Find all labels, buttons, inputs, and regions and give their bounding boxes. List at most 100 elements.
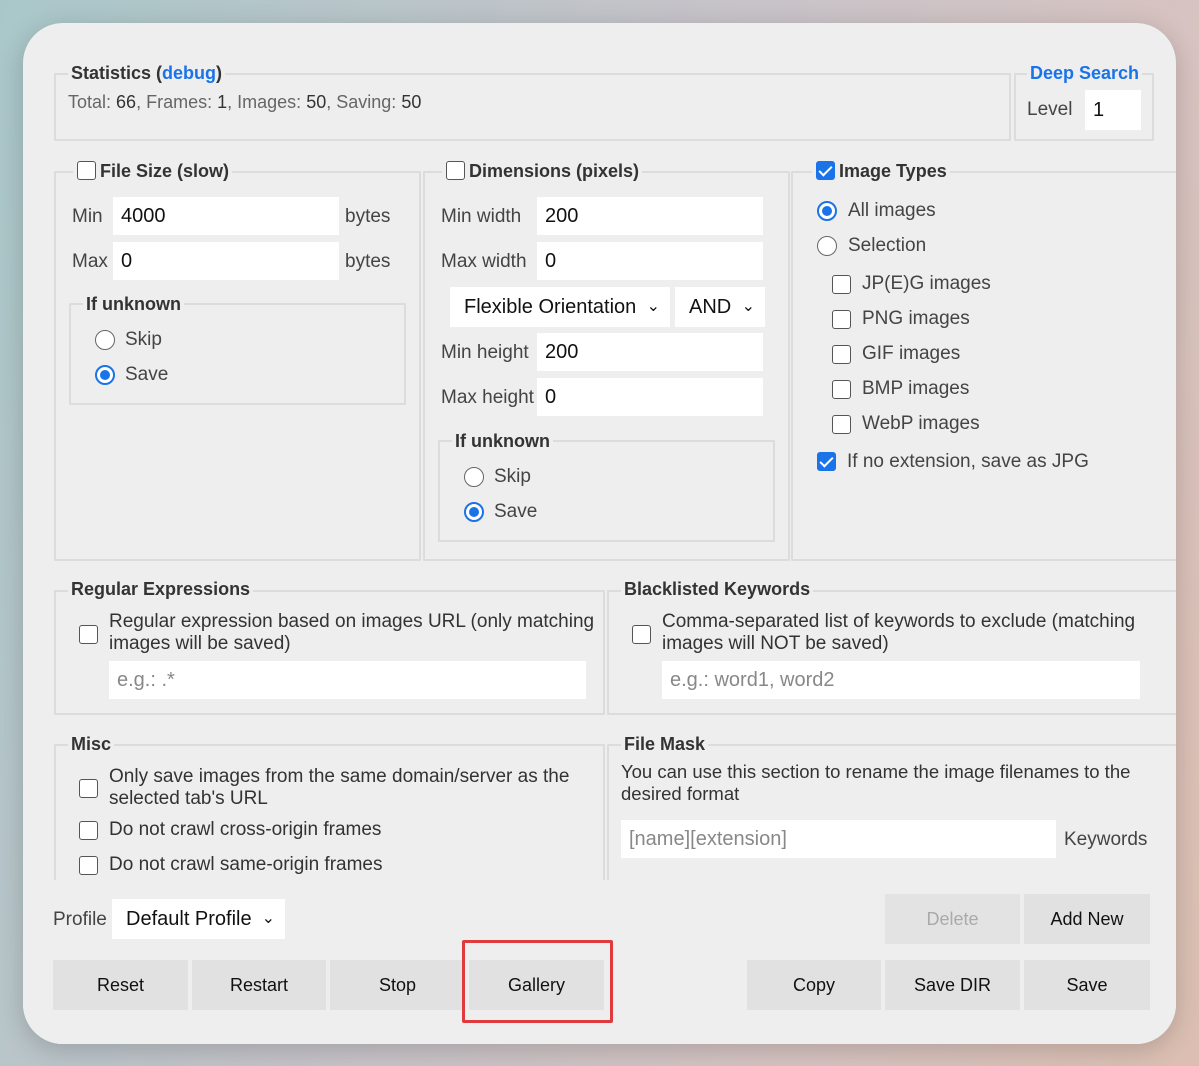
- blacklist-checkbox[interactable]: [632, 625, 651, 644]
- add-profile-button[interactable]: Add New: [1024, 894, 1150, 944]
- statistics-summary: Total: 66, Frames: 1, Images: 50, Saving…: [68, 92, 422, 112]
- png-label: PNG images: [862, 308, 970, 329]
- chevron-down-icon: ⌄: [261, 910, 275, 927]
- file-size-unknown-group: [69, 303, 406, 405]
- bmp-checkbox[interactable]: [832, 380, 851, 399]
- blacklist-input[interactable]: [662, 661, 1140, 699]
- dimensions-legend: Dimensions (pixels): [442, 160, 643, 182]
- operator-value: AND: [689, 296, 732, 318]
- file-size-min-unit: bytes: [345, 206, 391, 227]
- png-checkbox[interactable]: [832, 310, 851, 329]
- max-height-label: Max height: [441, 387, 534, 408]
- options-panel: Statistics (debug) Total: 66, Frames: 1,…: [23, 23, 1176, 1044]
- profile-value: Default Profile: [126, 908, 252, 930]
- same-origin-label: Do not crawl same-origin frames: [109, 854, 383, 875]
- saving-label: Saving:: [336, 92, 397, 112]
- operator-select[interactable]: AND ⌄: [675, 287, 765, 327]
- orientation-select[interactable]: Flexible Orientation ⌄: [450, 287, 670, 327]
- file-size-skip-label: Skip: [125, 329, 162, 350]
- file-mask-line-2: desired format: [621, 783, 740, 804]
- file-size-min-input[interactable]: [113, 197, 339, 235]
- jpeg-label: JP(E)G images: [862, 273, 991, 294]
- file-size-max-label: Max: [72, 251, 108, 272]
- regex-input[interactable]: [109, 661, 586, 699]
- statistics-legend: Statistics (debug): [68, 62, 226, 84]
- file-size-min-label: Min: [72, 206, 103, 227]
- file-size-max-input[interactable]: [113, 242, 339, 280]
- regex-title: Regular Expressions: [68, 578, 254, 600]
- debug-link[interactable]: debug: [162, 63, 216, 83]
- dimensions-save-label: Save: [494, 501, 538, 522]
- orientation-value: Flexible Orientation: [464, 296, 637, 318]
- file-size-unknown-title: If unknown: [83, 293, 184, 315]
- cross-origin-checkbox[interactable]: [79, 821, 98, 840]
- save-button[interactable]: Save: [1024, 960, 1150, 1010]
- file-size-skip-radio[interactable]: [95, 330, 115, 350]
- file-size-legend: File Size (slow): [73, 160, 233, 182]
- dimensions-title: Dimensions (pixels): [469, 161, 640, 181]
- copy-button[interactable]: Copy: [747, 960, 881, 1010]
- webp-label: WebP images: [862, 413, 980, 434]
- blacklist-description: Comma-separated list of keywords to excl…: [662, 611, 1135, 655]
- dimensions-checkbox[interactable]: [446, 161, 465, 180]
- statistics-title: Statistics: [71, 63, 152, 83]
- same-origin-checkbox[interactable]: [79, 856, 98, 875]
- file-size-max-unit: bytes: [345, 251, 391, 272]
- file-mask-line-1: You can use this section to rename the i…: [621, 761, 1131, 782]
- stop-button[interactable]: Stop: [330, 960, 465, 1010]
- selection-radio[interactable]: [817, 236, 837, 256]
- blacklist-line-2: images will NOT be saved): [662, 633, 889, 654]
- file-size-save-radio[interactable]: [95, 365, 115, 385]
- gif-checkbox[interactable]: [832, 345, 851, 364]
- level-label: Level: [1027, 99, 1073, 120]
- all-images-label: All images: [848, 200, 936, 221]
- save-dir-button[interactable]: Save DIR: [885, 960, 1020, 1010]
- same-domain-checkbox[interactable]: [79, 779, 98, 798]
- max-width-input[interactable]: [537, 242, 763, 280]
- deep-search-title: Deep Search: [1027, 62, 1143, 84]
- min-width-input[interactable]: [537, 197, 763, 235]
- dimensions-skip-radio[interactable]: [464, 467, 484, 487]
- image-types-title: Image Types: [839, 161, 947, 181]
- dimensions-unknown-title: If unknown: [452, 430, 553, 452]
- image-types-checkbox[interactable]: [816, 161, 835, 180]
- keywords-link[interactable]: Keywords: [1064, 828, 1147, 852]
- images-label: Images:: [237, 92, 302, 112]
- dimensions-skip-label: Skip: [494, 466, 531, 487]
- regex-description: Regular expression based on images URL (…: [109, 611, 594, 655]
- images-value: 50: [306, 92, 327, 112]
- webp-checkbox[interactable]: [832, 415, 851, 434]
- selection-label: Selection: [848, 235, 927, 256]
- reset-button[interactable]: Reset: [53, 960, 188, 1010]
- min-height-input[interactable]: [537, 333, 763, 371]
- regex-checkbox[interactable]: [79, 625, 98, 644]
- file-size-checkbox[interactable]: [77, 161, 96, 180]
- saving-value: 50: [401, 92, 422, 112]
- profile-label: Profile: [53, 909, 107, 930]
- max-height-input[interactable]: [537, 378, 763, 416]
- no-extension-label: If no extension, save as JPG: [847, 451, 1089, 472]
- bmp-label: BMP images: [862, 378, 970, 399]
- max-width-label: Max width: [441, 251, 527, 272]
- same-domain-label: Only save images from the same domain/se…: [109, 766, 569, 810]
- profile-select[interactable]: Default Profile ⌄: [112, 899, 285, 939]
- regex-line-1: Regular expression based on images URL (…: [109, 611, 595, 632]
- cross-origin-label: Do not crawl cross-origin frames: [109, 819, 382, 840]
- restart-button[interactable]: Restart: [192, 960, 326, 1010]
- delete-profile-button[interactable]: Delete: [885, 894, 1020, 944]
- file-mask-title: File Mask: [621, 733, 709, 755]
- jpeg-checkbox[interactable]: [832, 275, 851, 294]
- same-domain-line-1: Only save images from the same domain/se…: [109, 766, 570, 787]
- no-extension-checkbox[interactable]: [817, 452, 836, 471]
- file-size-title: File Size (slow): [100, 161, 230, 181]
- level-input[interactable]: [1085, 90, 1141, 130]
- all-images-radio[interactable]: [817, 201, 837, 221]
- regex-line-2: images will be saved): [109, 633, 291, 654]
- blacklist-line-1: Comma-separated list of keywords to excl…: [662, 611, 1136, 632]
- dimensions-save-radio[interactable]: [464, 502, 484, 522]
- frames-label: Frames:: [146, 92, 213, 112]
- image-types-legend: Image Types: [812, 160, 950, 182]
- min-height-label: Min height: [441, 342, 529, 363]
- misc-title: Misc: [68, 733, 115, 755]
- file-mask-input[interactable]: [621, 820, 1056, 858]
